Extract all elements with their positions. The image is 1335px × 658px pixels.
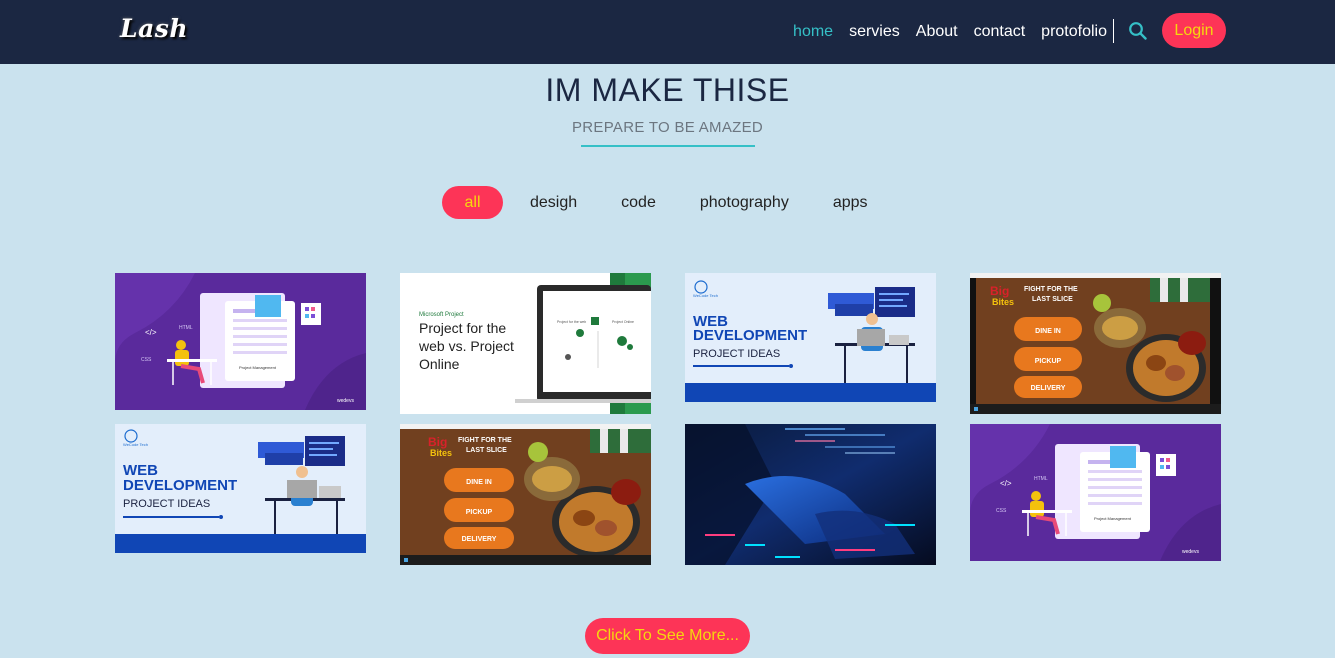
brand-logo[interactable]: Lash [120,14,188,43]
gallery-item-ms-project[interactable]: Microsoft Project Project for the web vs… [400,273,651,414]
svg-text:DELIVERY: DELIVERY [462,536,497,543]
svg-text:Project Management: Project Management [1094,516,1132,521]
svg-text:HTML: HTML [179,325,193,331]
nav-link-home[interactable]: home [793,23,833,41]
svg-text:Big: Big [990,284,1009,298]
svg-text:PROJECT IDEAS: PROJECT IDEAS [123,498,210,510]
navbar: Lash home servies About contact protofol… [0,0,1335,64]
svg-text:</>: </> [1000,479,1012,488]
coding-laptop-photo [685,424,936,565]
svg-text:Project for the web: Project for the web [557,320,586,324]
svg-text:PROJECT IDEAS: PROJECT IDEAS [693,348,780,360]
gallery-item-project-management[interactable]: Project Management </> HTML CSS wedevs [115,273,366,410]
svg-text:</>: </> [145,328,157,337]
food-app-screenshot: Big Bites FIGHT FOR THE LAST SLICE DINE … [400,424,651,565]
svg-text:DEVELOPMENT: DEVELOPMENT [123,477,237,494]
svg-text:Bites: Bites [430,448,452,458]
web-dev-ideas-banner: WeCode Tech WEB DEVELOPMENT PROJECT IDEA… [685,273,936,402]
svg-text:DINE IN: DINE IN [466,479,492,486]
svg-text:DINE IN: DINE IN [1035,328,1061,335]
svg-text:DEVELOPMENT: DEVELOPMENT [693,327,807,344]
gallery-item-web-dev-ideas-2[interactable]: WeCode Tech WEB DEVELOPMENT PROJECT IDEA… [115,424,366,553]
search-icon[interactable] [1128,21,1148,41]
svg-text:Project for the: Project for the [419,320,506,336]
nav-links: home servies About contact protofolio [777,0,1107,64]
filter-design[interactable]: desigh [508,186,599,219]
nav-link-about[interactable]: About [916,23,958,41]
nav-link-services[interactable]: servies [849,23,900,41]
svg-text:Big: Big [428,435,447,449]
svg-text:wedevs: wedevs [1182,549,1199,555]
page-title: IM MAKE THISE [545,72,790,108]
svg-text:CSS: CSS [141,357,152,363]
svg-text:Microsoft Project: Microsoft Project [419,312,464,318]
project-management-illustration: Project Management </> HTML CSS wedevs [115,273,366,410]
filter-all[interactable]: all [442,186,503,219]
gallery-item-food-app[interactable]: Big Bites FIGHT FOR THE LAST SLICE DINE … [970,273,1221,414]
filter-apps[interactable]: apps [811,186,890,219]
login-button[interactable]: Login [1162,13,1226,48]
svg-text:WeCode Tech: WeCode Tech [693,293,718,298]
svg-text:LAST SLICE: LAST SLICE [1032,296,1073,303]
nav-link-contact[interactable]: contact [974,23,1026,41]
svg-text:LAST SLICE: LAST SLICE [466,447,507,454]
svg-text:DELIVERY: DELIVERY [1031,385,1066,392]
svg-text:wedevs: wedevs [337,398,354,404]
nav-divider [1113,19,1114,43]
svg-text:web vs. Project: web vs. Project [418,338,514,354]
gallery-item-food-app-2[interactable]: Big Bites FIGHT FOR THE LAST SLICE DINE … [400,424,651,565]
svg-text:Online: Online [419,356,460,372]
svg-text:Project Online: Project Online [612,320,634,324]
gallery-item-web-dev-ideas[interactable]: WeCode Tech WEB DEVELOPMENT PROJECT IDEA… [685,273,936,402]
web-dev-ideas-banner: WeCode Tech WEB DEVELOPMENT PROJECT IDEA… [115,424,366,553]
svg-text:CSS: CSS [996,508,1007,514]
svg-text:Bites: Bites [992,297,1014,307]
svg-text:PICKUP: PICKUP [1035,358,1062,365]
gallery-item-coding-photo[interactable] [685,424,936,565]
svg-text:Project Management: Project Management [239,365,277,370]
svg-text:FIGHT FOR THE: FIGHT FOR THE [1024,286,1078,293]
portfolio-filters: all desigh code photography apps [442,186,890,219]
filter-photography[interactable]: photography [678,186,811,219]
see-more-button[interactable]: Click To See More... [585,618,750,654]
svg-text:FIGHT FOR THE: FIGHT FOR THE [458,437,512,444]
gallery-item-project-management-2[interactable]: Project Management </> HTML CSS wedevs [970,424,1221,561]
page-subtitle: PREPARE TO BE AMAZED [571,119,764,136]
project-management-illustration: Project Management </> HTML CSS wedevs [970,424,1221,561]
title-underline [581,145,755,147]
svg-text:PICKUP: PICKUP [466,509,493,516]
svg-text:WeCode Tech: WeCode Tech [123,442,148,447]
filter-code[interactable]: code [599,186,678,219]
nav-link-portfolio[interactable]: protofolio [1041,23,1107,41]
food-app-screenshot: Big Bites FIGHT FOR THE LAST SLICE DINE … [970,273,1221,414]
svg-text:HTML: HTML [1034,476,1048,482]
ms-project-banner: Microsoft Project Project for the web vs… [400,273,651,414]
